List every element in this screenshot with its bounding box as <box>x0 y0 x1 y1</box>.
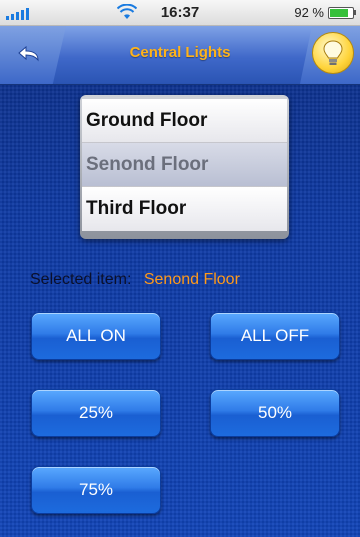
app-screen: 16:37 92 % Central Lights Ground Floor S… <box>0 0 360 537</box>
floor-picker[interactable]: Ground Floor Senond Floor Third Floor <box>80 95 289 239</box>
dim-25-button[interactable]: 25% <box>31 389 161 437</box>
status-bar: 16:37 92 % <box>0 0 360 26</box>
back-button[interactable] <box>0 26 66 84</box>
light-bulb-icon <box>312 32 354 74</box>
picker-item-ground-floor[interactable]: Ground Floor <box>82 99 287 143</box>
page-title: Central Lights <box>129 44 231 61</box>
picker-item-third-floor[interactable]: Third Floor <box>82 187 287 231</box>
dim-50-button[interactable]: 50% <box>210 389 340 437</box>
nav-bar: Central Lights <box>0 26 360 85</box>
selected-item-value: Senond Floor <box>143 271 240 288</box>
selected-item-label: Selected item: <box>30 271 132 288</box>
battery-icon <box>328 6 356 19</box>
dim-75-button[interactable]: 75% <box>31 466 161 514</box>
back-arrow-icon <box>18 46 39 62</box>
all-on-button[interactable]: ALL ON <box>31 312 161 360</box>
light-bulb-button[interactable] <box>300 26 360 84</box>
selected-item-line: Selected item: Senond Floor <box>30 271 240 289</box>
status-time: 16:37 <box>160 4 200 21</box>
picker-item-second-floor[interactable]: Senond Floor <box>82 143 287 187</box>
all-off-button[interactable]: ALL OFF <box>210 312 340 360</box>
